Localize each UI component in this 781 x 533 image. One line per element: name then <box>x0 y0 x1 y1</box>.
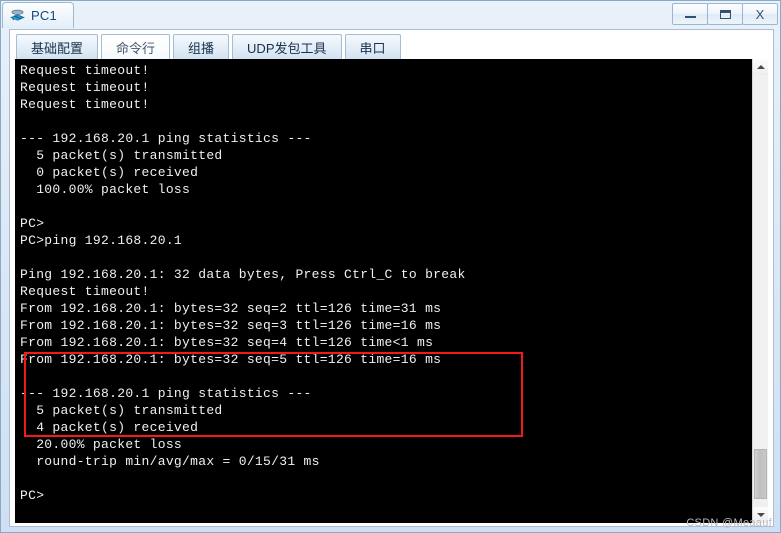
close-icon: X <box>755 6 765 22</box>
maximize-icon <box>719 9 731 19</box>
terminal-line: From 192.168.20.1: bytes=32 seq=5 ttl=12… <box>20 352 442 367</box>
terminal-line: Request timeout! <box>20 63 150 78</box>
content-panel: 基础配置 命令行 组播 UDP发包工具 串口 Request timeout! R… <box>9 29 774 527</box>
terminal-line: Request timeout! <box>20 80 150 95</box>
tab-command-line[interactable]: 命令行 <box>101 34 171 59</box>
tab-label: 串口 <box>359 40 386 56</box>
terminal-line: 5 packet(s) transmitted <box>20 403 223 418</box>
close-button[interactable]: X <box>742 3 778 25</box>
terminal-line: PC>ping 192.168.20.1 <box>20 233 183 248</box>
terminal-region: Request timeout! Request timeout! Request … <box>15 59 768 523</box>
minimize-icon <box>684 16 696 18</box>
terminal-line: From 192.168.20.1: bytes=32 seq=3 ttl=12… <box>20 318 442 333</box>
terminal-line: --- 192.168.20.1 ping statistics --- <box>20 131 312 146</box>
title-bar: PC1 X <box>1 1 781 28</box>
pc1-window: PC1 X 基础配置 命令行 组播 UDP发包工具 串口 Request tim… <box>0 0 781 533</box>
terminal-line: 4 packet(s) received <box>20 420 199 435</box>
tab-basic-config[interactable]: 基础配置 <box>16 34 99 59</box>
maximize-button[interactable] <box>707 3 743 25</box>
watermark: CSDN @Meaauf <box>686 517 772 529</box>
window-controls: X <box>672 3 778 25</box>
terminal-line: Request timeout! <box>20 97 150 112</box>
tab-label: UDP发包工具 <box>247 40 327 56</box>
tab-udp-tool[interactable]: UDP发包工具 <box>232 34 342 59</box>
terminal-line: round-trip min/avg/max = 0/15/31 ms <box>20 454 320 469</box>
window-title: PC1 <box>31 8 57 23</box>
tab-label: 组播 <box>188 40 215 56</box>
terminal-line: 100.00% packet loss <box>20 182 191 197</box>
terminal-scrollbar[interactable] <box>752 59 768 523</box>
terminal-line: 20.00% packet loss <box>20 437 183 452</box>
window-title-tab[interactable]: PC1 <box>2 2 74 28</box>
tab-multicast[interactable]: 组播 <box>173 34 230 59</box>
terminal-line: --- 192.168.20.1 ping statistics --- <box>20 386 312 401</box>
tab-label: 命令行 <box>116 40 156 56</box>
terminal-line: PC> <box>20 216 45 231</box>
terminal-line: Ping 192.168.20.1: 32 data bytes, Press … <box>20 267 466 282</box>
terminal-line: PC> <box>20 488 45 503</box>
terminal-line: From 192.168.20.1: bytes=32 seq=4 ttl=12… <box>20 335 434 350</box>
tab-strip: 基础配置 命令行 组播 UDP发包工具 串口 <box>10 30 773 59</box>
terminal-line: From 192.168.20.1: bytes=32 seq=2 ttl=12… <box>20 301 442 316</box>
tab-serial-port[interactable]: 串口 <box>344 34 401 59</box>
scroll-up-button[interactable] <box>753 59 768 75</box>
terminal-line: 0 packet(s) received <box>20 165 199 180</box>
terminal-output[interactable]: Request timeout! Request timeout! Request … <box>15 59 752 523</box>
scrollbar-thumb[interactable] <box>754 449 767 499</box>
scroll-up-icon <box>756 65 765 69</box>
terminal-line: Request timeout! <box>20 284 150 299</box>
minimize-button[interactable] <box>672 3 708 25</box>
router-pc-icon <box>9 8 26 24</box>
terminal-line: 5 packet(s) transmitted <box>20 148 223 163</box>
tab-label: 基础配置 <box>31 40 84 56</box>
